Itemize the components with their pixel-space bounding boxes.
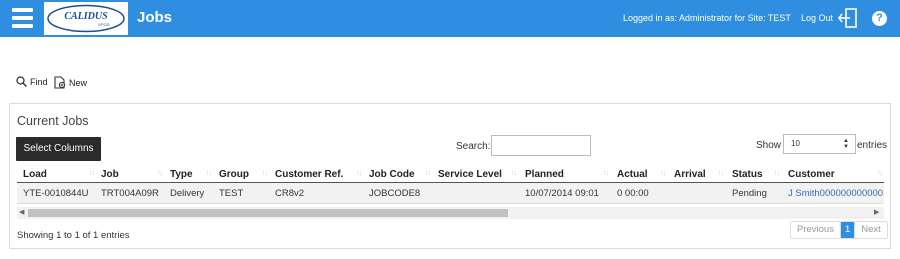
page-title: Jobs	[137, 9, 173, 26]
panel-title: Current Jobs	[17, 114, 89, 128]
page-size-select[interactable]: 10 ▲ ▼	[783, 134, 856, 154]
select-arrows-icon: ▲ ▼	[843, 138, 849, 150]
sort-icon: ↑↓	[425, 170, 431, 177]
new-document-icon	[54, 76, 66, 89]
sort-icon: ↑↓	[89, 170, 95, 177]
sort-icon: ↑↓	[877, 170, 883, 177]
scroll-right-arrow-icon[interactable]: ▶	[874, 208, 879, 216]
calidus-logo[interactable]: CALIDUS EPOD	[44, 2, 128, 35]
column-header-job-code[interactable]: Job Code	[369, 169, 415, 180]
horizontal-scrollbar[interactable]: ◀ ▶	[17, 207, 884, 219]
cell-type: Delivery	[170, 188, 205, 199]
column-header-load[interactable]: Load	[23, 169, 47, 180]
svg-text:CALIDUS: CALIDUS	[64, 11, 108, 22]
search-label: Search:	[456, 141, 491, 152]
svg-text:EPOD: EPOD	[98, 22, 109, 27]
page-1-button[interactable]: 1	[840, 222, 856, 238]
new-label: New	[69, 77, 88, 88]
sort-icon: ↑↓	[774, 170, 780, 177]
table-header: Load ↑↓ Job ↑↓ Type ↑↓ Group ↑↓ Customer…	[17, 166, 884, 183]
sort-icon: ↑↓	[603, 170, 609, 177]
top-bar: CALIDUS EPOD Jobs Logged in as: Administ…	[0, 0, 900, 37]
column-header-type[interactable]: Type	[170, 169, 193, 180]
column-header-arrival[interactable]: Arrival	[674, 169, 706, 180]
cell-status: Pending	[732, 188, 767, 199]
column-header-customer-ref[interactable]: Customer Ref.	[275, 169, 343, 180]
search-input[interactable]	[491, 135, 591, 156]
logout-icon[interactable]	[838, 7, 858, 29]
cell-job-code: JOBCODE8	[369, 188, 421, 199]
column-header-planned[interactable]: Planned	[525, 169, 564, 180]
jobs-table: Load ↑↓ Job ↑↓ Type ↑↓ Group ↑↓ Customer…	[17, 166, 884, 221]
sort-icon: ↑↓	[157, 170, 163, 177]
cell-customer-link[interactable]: J Smith000000000000	[788, 188, 883, 199]
sort-icon: ↑↓	[718, 170, 724, 177]
help-icon[interactable]: ?	[872, 11, 887, 26]
cell-job: TRT004A09R	[101, 188, 159, 199]
scrollbar-thumb[interactable]	[28, 209, 508, 217]
sort-icon: ↑↓	[356, 170, 362, 177]
logged-in-status: Logged in as: Administrator for Site: TE…	[623, 13, 791, 23]
current-jobs-panel: Current Jobs Select Columns Search: Show…	[9, 103, 891, 249]
sort-icon: ↑↓	[511, 170, 517, 177]
column-header-customer[interactable]: Customer	[788, 169, 835, 180]
entries-label: entries	[857, 140, 888, 151]
next-page-button[interactable]: Next	[855, 222, 887, 238]
column-header-actual[interactable]: Actual	[617, 169, 648, 180]
cell-group: TEST	[219, 188, 244, 199]
page-size-value: 10	[791, 139, 800, 148]
logout-link[interactable]: Log Out	[801, 13, 833, 23]
column-header-group[interactable]: Group	[219, 169, 249, 180]
show-label: Show	[756, 140, 782, 151]
column-header-status[interactable]: Status	[732, 169, 763, 180]
find-button[interactable]: Find	[16, 76, 48, 87]
column-header-job[interactable]: Job	[101, 169, 119, 180]
column-header-service-level[interactable]: Service Level	[438, 169, 502, 180]
find-label: Find	[30, 76, 48, 87]
cell-actual: 0 00:00	[617, 188, 649, 199]
new-button[interactable]: New	[54, 76, 87, 89]
showing-info: Showing 1 to 1 of 1 entries	[17, 230, 130, 241]
menu-icon[interactable]	[12, 8, 33, 28]
sort-icon: ↑↓	[660, 170, 666, 177]
cell-planned: 10/07/2014 09:01	[525, 188, 599, 199]
select-columns-button[interactable]: Select Columns	[16, 137, 101, 161]
cell-customer-ref: CR8v2	[275, 188, 305, 199]
table-row[interactable]: YTE-0010844U TRT004A09R Delivery TEST CR…	[17, 183, 884, 204]
scroll-left-arrow-icon[interactable]: ◀	[19, 208, 24, 216]
sort-icon: ↑↓	[262, 170, 268, 177]
sort-icon: ↑↓	[206, 170, 212, 177]
pagination: Previous 1 Next	[790, 221, 888, 239]
search-icon	[16, 76, 27, 87]
cell-load: YTE-0010844U	[23, 188, 89, 199]
previous-page-button[interactable]: Previous	[791, 222, 841, 238]
